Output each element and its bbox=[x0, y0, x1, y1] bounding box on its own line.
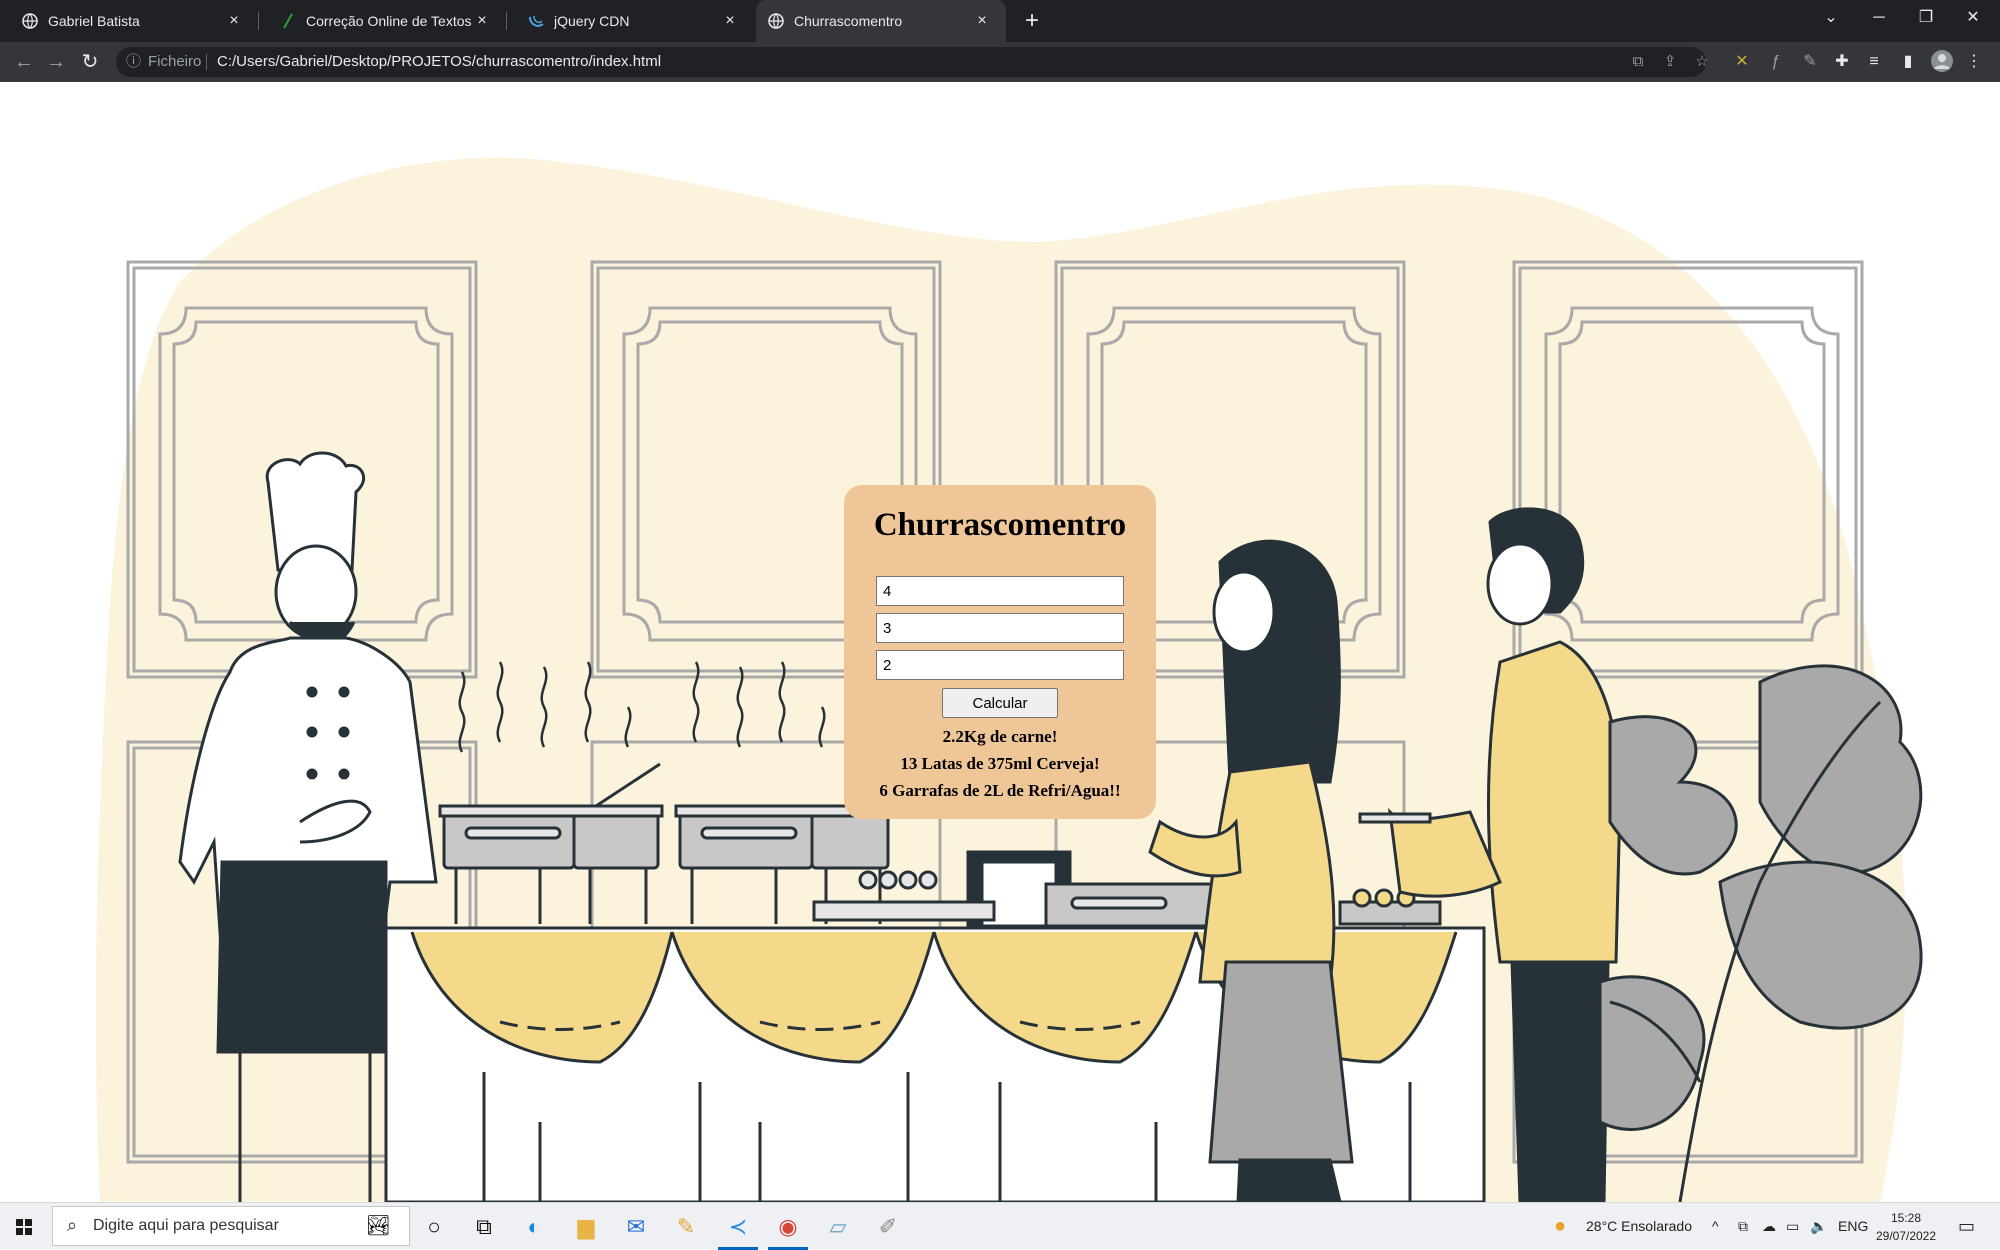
restore-icon[interactable]: ❐ bbox=[1903, 0, 1949, 36]
vscode-icon[interactable]: ≺ bbox=[722, 1211, 754, 1243]
back-icon[interactable]: ← bbox=[8, 42, 40, 82]
reading-list-icon[interactable]: ≡ bbox=[1862, 50, 1886, 74]
app-title: Churrascomentro bbox=[873, 507, 1127, 543]
share-icon[interactable]: ⇪ bbox=[1658, 47, 1682, 77]
weather-text[interactable]: 28°C Ensolarado bbox=[1586, 1203, 1692, 1250]
menu-kebab-icon[interactable]: ⋮ bbox=[1962, 50, 1986, 74]
calculator-card: Churrascomentro Calcular 2.2Kg de carne!… bbox=[844, 485, 1156, 819]
result-drinks: 6 Garrafas de 2L de Refri/Agua!! bbox=[879, 781, 1121, 800]
avatar[interactable] bbox=[1930, 50, 1954, 74]
address-divider bbox=[206, 54, 207, 70]
address-bar[interactable]: ⓘ Ficheiro C:/Users/Gabriel/Desktop/PROJ… bbox=[116, 47, 1709, 77]
reload-icon[interactable]: ↻ bbox=[74, 42, 106, 82]
result-beer: 13 Latas de 375ml Cerveja! bbox=[900, 754, 1100, 773]
weather-icon[interactable]: ● bbox=[1554, 1203, 1566, 1250]
paint-icon[interactable]: ✐ bbox=[872, 1211, 904, 1243]
search-highlight-icon: 🏞 bbox=[365, 1215, 391, 1237]
close-window-icon[interactable]: ✕ bbox=[1950, 0, 1996, 36]
url-text[interactable]: C:/Users/Gabriel/Desktop/PROJETOS/churra… bbox=[217, 47, 661, 77]
pen-extension-icon[interactable]: ✎ bbox=[1798, 50, 1822, 74]
side-panel-icon[interactable]: ▮ bbox=[1896, 50, 1920, 74]
new-tab-button[interactable]: + bbox=[1017, 6, 1047, 36]
notifications-icon[interactable]: ▭ bbox=[1958, 1203, 1975, 1250]
language-indicator[interactable]: ENG bbox=[1838, 1203, 1868, 1250]
tab-gabriel-batista[interactable]: Gabriel Batista × bbox=[0, 0, 258, 42]
globe-icon bbox=[22, 13, 38, 29]
tab-correcao-online[interactable]: Correção Online de Textos × bbox=[258, 0, 506, 42]
security-label: Ficheiro bbox=[148, 53, 202, 70]
tab-search-icon[interactable]: ⌄ bbox=[1808, 0, 1854, 36]
tab-title: Correção Online de Textos bbox=[306, 13, 472, 29]
translate-icon[interactable]: ⧉ bbox=[1626, 47, 1650, 77]
pen-icon bbox=[280, 13, 296, 29]
close-tab-icon[interactable]: × bbox=[472, 12, 492, 30]
tray-app-icon[interactable]: ⧉ bbox=[1738, 1203, 1748, 1250]
children-input[interactable] bbox=[876, 650, 1124, 680]
close-tab-icon[interactable]: × bbox=[720, 12, 740, 30]
app-icon[interactable]: ▱ bbox=[822, 1211, 854, 1243]
clock-date: 29/07/2022 bbox=[1875, 1229, 1937, 1243]
search-icon: ⌕ bbox=[67, 1215, 78, 1235]
edge-icon[interactable]: ◐ bbox=[518, 1211, 550, 1243]
volume-icon[interactable]: 🔈 bbox=[1810, 1203, 1827, 1250]
clock[interactable]: 15:28 29/07/2022 bbox=[1866, 1209, 1946, 1245]
task-view-icon[interactable]: ⧉ bbox=[468, 1211, 500, 1243]
close-tab-icon[interactable]: × bbox=[972, 12, 992, 30]
chrome-icon[interactable]: ◉ bbox=[772, 1211, 804, 1243]
cloud-icon[interactable]: ☁ bbox=[1762, 1203, 1776, 1250]
info-icon[interactable]: ⓘ bbox=[126, 47, 141, 77]
tab-title: jQuery CDN bbox=[554, 13, 630, 29]
drinkers-input[interactable] bbox=[876, 613, 1124, 643]
windows-start-icon[interactable] bbox=[8, 1211, 40, 1243]
page-viewport: Churrascomentro Calcular 2.2Kg de carne!… bbox=[0, 82, 2000, 1202]
minimize-icon[interactable]: ─ bbox=[1856, 0, 1902, 36]
bookmark-star-icon[interactable]: ☆ bbox=[1690, 47, 1714, 77]
tab-strip: Gabriel Batista × Correção Online de Tex… bbox=[0, 0, 2000, 42]
tab-churrascomentro[interactable]: Churrascomentro × bbox=[756, 0, 1006, 42]
adults-input[interactable] bbox=[876, 576, 1124, 606]
tab-title: Churrascomentro bbox=[794, 13, 903, 29]
windows-taskbar: ⌕ Digite aqui para pesquisar 🏞 ○ ⧉ ◐ ▆ ✉… bbox=[0, 1202, 2000, 1250]
search-placeholder: Digite aqui para pesquisar bbox=[93, 1217, 279, 1234]
chevron-up-icon[interactable]: ^ bbox=[1712, 1203, 1719, 1250]
browser-toolbar: ← → ↻ ⓘ Ficheiro C:/Users/Gabriel/Deskto… bbox=[0, 42, 2000, 82]
tab-jquery-cdn[interactable]: jQuery CDN × bbox=[506, 0, 754, 42]
taskbar-search-box[interactable]: ⌕ Digite aqui para pesquisar 🏞 bbox=[52, 1206, 410, 1246]
puzzle-extensions-icon[interactable]: ✚ bbox=[1830, 50, 1854, 74]
result-meat: 2.2Kg de carne! bbox=[942, 727, 1058, 746]
globe-icon bbox=[768, 13, 784, 29]
mail-icon[interactable]: ✉ bbox=[620, 1211, 652, 1243]
file-explorer-icon[interactable]: ▆ bbox=[570, 1211, 602, 1243]
clock-time: 15:28 bbox=[1890, 1211, 1922, 1225]
network-icon[interactable]: ▭ bbox=[1786, 1203, 1799, 1250]
sticky-app-icon[interactable]: ✎ bbox=[670, 1211, 702, 1243]
cortana-icon[interactable]: ○ bbox=[418, 1211, 450, 1243]
jquery-icon bbox=[528, 13, 544, 29]
calculate-button[interactable]: Calcular bbox=[942, 688, 1058, 718]
close-tab-icon[interactable]: × bbox=[224, 12, 244, 30]
extension-icon[interactable]: ✕ bbox=[1730, 50, 1754, 74]
tab-title: Gabriel Batista bbox=[48, 13, 140, 29]
formula-extension-icon[interactable]: ƒ bbox=[1764, 50, 1788, 74]
forward-icon[interactable]: → bbox=[40, 42, 72, 82]
